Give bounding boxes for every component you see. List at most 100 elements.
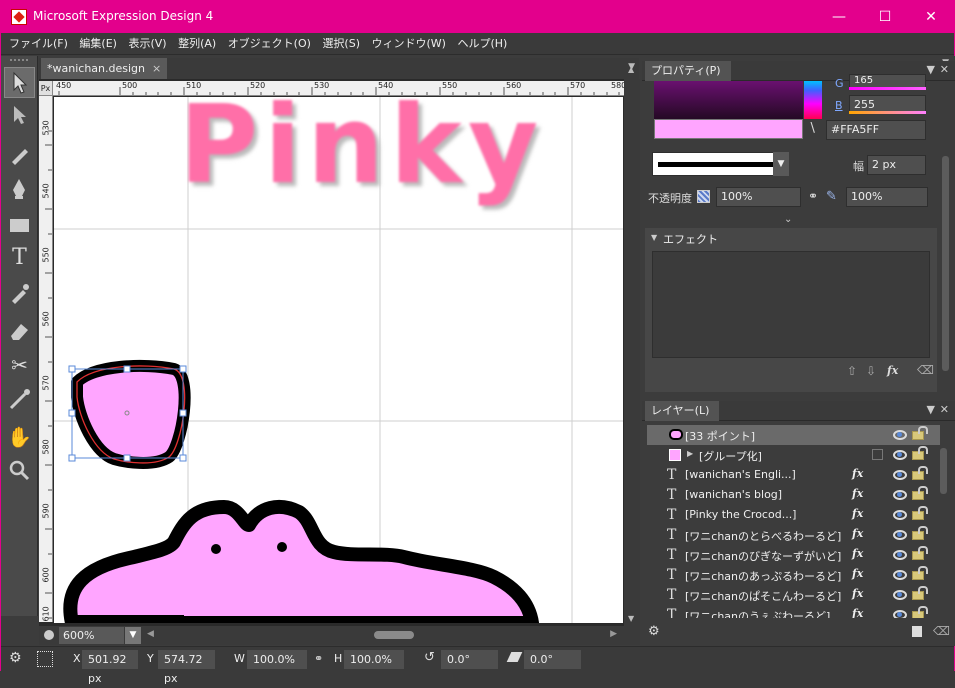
width-input[interactable]: 100.0% bbox=[247, 650, 307, 669]
g-channel-slider[interactable] bbox=[849, 87, 926, 90]
effects-list[interactable] bbox=[652, 251, 930, 358]
layer-row[interactable]: [33 ポイント] bbox=[647, 425, 940, 445]
pink-blob[interactable] bbox=[68, 359, 191, 469]
pinky-text[interactable]: Pinky bbox=[179, 97, 544, 208]
add-effect-fx-icon[interactable]: fx bbox=[887, 364, 898, 377]
artboard[interactable]: Pinky bbox=[54, 97, 623, 623]
g-channel-input[interactable]: 165 bbox=[849, 74, 926, 88]
layer-lock-icon[interactable] bbox=[912, 486, 928, 500]
scroll-left-icon[interactable]: ◀ bbox=[147, 629, 154, 639]
reference-point-icon[interactable] bbox=[37, 651, 53, 667]
layer-row[interactable]: T [wanichan's Engli...] fx bbox=[647, 465, 940, 485]
properties-scrollbar[interactable] bbox=[942, 156, 949, 371]
layer-lock-icon[interactable] bbox=[912, 506, 928, 520]
layer-row[interactable]: T [ワニchanのぱそこんわーるど] fx bbox=[647, 585, 940, 605]
layer-visibility-eye-icon[interactable] bbox=[893, 510, 907, 520]
layer-lock-icon[interactable] bbox=[912, 466, 928, 480]
document-tab[interactable]: *wanichan.design × bbox=[41, 58, 168, 79]
layer-visibility-eye-icon[interactable] bbox=[893, 610, 907, 618]
properties-close-icon[interactable]: ✕ bbox=[940, 63, 949, 76]
b-channel-input[interactable]: 255 bbox=[849, 95, 926, 112]
scroll-down-icon[interactable]: ▼ bbox=[628, 614, 634, 623]
layer-visibility-eye-icon[interactable] bbox=[893, 470, 907, 480]
delete-layer-trash-icon[interactable]: ⌫ bbox=[933, 624, 950, 638]
layers-tab[interactable]: レイヤー(L) bbox=[645, 401, 720, 421]
move-effect-up-icon[interactable]: ⇧ bbox=[847, 364, 857, 378]
text-tool-icon[interactable]: T bbox=[4, 242, 35, 273]
menu-help[interactable]: ヘルプ(H) bbox=[453, 33, 511, 55]
delete-effect-trash-icon[interactable]: ⌫ bbox=[917, 363, 934, 377]
gradient-tool-icon[interactable] bbox=[4, 384, 35, 415]
layer-visibility-eye-icon[interactable] bbox=[893, 490, 907, 500]
layer-visibility-eye-icon[interactable] bbox=[893, 530, 907, 540]
hex-color-input[interactable]: #FFA5FF bbox=[826, 120, 926, 140]
properties-tab[interactable]: プロパティ(P) bbox=[645, 61, 731, 81]
maximize-button[interactable]: ☐ bbox=[862, 1, 908, 33]
layers-pin-icon[interactable]: ▼ bbox=[927, 403, 935, 416]
layer-lock-icon[interactable] bbox=[912, 426, 928, 440]
skew-input[interactable]: 0.0° bbox=[524, 650, 581, 669]
stroke-width-input[interactable]: 2 px bbox=[867, 155, 926, 175]
layer-visibility-eye-icon[interactable] bbox=[893, 430, 907, 440]
menu-file[interactable]: ファイル(F) bbox=[5, 33, 72, 55]
stroke-style-dropdown[interactable] bbox=[652, 152, 789, 176]
direct-selection-tool-icon[interactable] bbox=[4, 100, 35, 131]
eyedropper-icon[interactable]: ∖ bbox=[808, 121, 816, 136]
layer-lock-icon[interactable] bbox=[912, 606, 928, 618]
eyedropper-tool-icon[interactable] bbox=[4, 278, 35, 309]
selection-tool-icon[interactable] bbox=[4, 67, 35, 98]
stroke-opacity-input[interactable]: 100% bbox=[846, 187, 928, 207]
minimize-button[interactable]: — bbox=[816, 1, 862, 33]
menu-arrange[interactable]: 整列(A) bbox=[174, 33, 220, 55]
close-button[interactable]: ✕ bbox=[908, 1, 954, 33]
rectangle-tool-icon[interactable] bbox=[4, 210, 35, 241]
layer-row[interactable]: T [ワニchanのびぎなーずがいど] fx bbox=[647, 545, 940, 565]
layer-select-checkbox[interactable] bbox=[872, 449, 883, 460]
canvas-horizontal-scrollbar[interactable]: ◀ ▶ bbox=[147, 629, 617, 642]
brush-tool-icon[interactable] bbox=[4, 140, 35, 171]
y-input[interactable]: 574.72 px bbox=[158, 650, 215, 685]
layer-lock-icon[interactable] bbox=[912, 526, 928, 540]
layer-lock-icon[interactable] bbox=[912, 566, 928, 580]
scissors-tool-icon[interactable]: ✂ bbox=[4, 350, 35, 381]
link-icon[interactable]: ⚭ bbox=[808, 189, 818, 203]
layer-row[interactable]: ▶ [グループ化] bbox=[647, 445, 940, 465]
layer-visibility-eye-icon[interactable] bbox=[893, 450, 907, 460]
zoom-tool-icon[interactable] bbox=[4, 456, 35, 487]
menu-view[interactable]: 表示(V) bbox=[124, 33, 170, 55]
eraser-tool-icon[interactable] bbox=[4, 316, 35, 347]
menu-window[interactable]: ウィンドウ(W) bbox=[368, 33, 450, 55]
layer-row[interactable]: T [Pinky the Crocod...] fx bbox=[647, 505, 940, 525]
constrain-link-icon[interactable]: ⚭ bbox=[314, 652, 323, 665]
menu-select[interactable]: 選択(S) bbox=[318, 33, 364, 55]
croc-body[interactable] bbox=[63, 499, 539, 623]
horizontal-scroll-thumb[interactable] bbox=[374, 631, 414, 639]
layer-row[interactable]: T [wanichan's blog] fx bbox=[647, 485, 940, 505]
new-layer-icon[interactable] bbox=[912, 626, 922, 637]
layer-visibility-eye-icon[interactable] bbox=[893, 590, 907, 600]
layer-lock-icon[interactable] bbox=[912, 586, 928, 600]
scroll-up-icon[interactable]: ▲ bbox=[628, 65, 634, 74]
expand-group-icon[interactable]: ▶ bbox=[687, 449, 693, 458]
layers-options-gear-icon[interactable]: ⚙ bbox=[648, 624, 660, 639]
rotation-input[interactable]: 0.0° bbox=[441, 650, 498, 669]
effects-collapse-icon[interactable]: ▼ bbox=[651, 233, 657, 242]
layer-lock-icon[interactable] bbox=[912, 546, 928, 560]
layer-lock-icon[interactable] bbox=[912, 446, 928, 460]
layer-row[interactable]: T [ワニchanのうぇぶわーるど] fx bbox=[647, 605, 940, 618]
zoom-dropdown-chevron-down-icon[interactable]: ▼ bbox=[125, 627, 141, 644]
menu-object[interactable]: オブジェクト(O) bbox=[224, 33, 315, 55]
document-tab-close-icon[interactable]: × bbox=[152, 62, 161, 75]
properties-pin-icon[interactable]: ▼ bbox=[927, 63, 935, 76]
fill-opacity-input[interactable]: 100% bbox=[716, 187, 801, 207]
height-input[interactable]: 100.0% bbox=[344, 650, 404, 669]
zoom-input[interactable]: 600% bbox=[59, 627, 124, 644]
layer-row[interactable]: T [ワニchanのとらべるわーるど] fx bbox=[647, 525, 940, 545]
layers-scrollbar[interactable] bbox=[940, 448, 947, 494]
x-input[interactable]: 501.92 px bbox=[82, 650, 138, 685]
hand-tool-icon[interactable]: ✋ bbox=[4, 422, 35, 453]
canvas-vertical-scrollbar[interactable]: ▲ ▼ bbox=[624, 65, 640, 626]
b-channel-slider[interactable] bbox=[849, 111, 926, 114]
scroll-right-icon[interactable]: ▶ bbox=[610, 629, 617, 639]
move-effect-down-icon[interactable]: ⇩ bbox=[866, 364, 876, 378]
